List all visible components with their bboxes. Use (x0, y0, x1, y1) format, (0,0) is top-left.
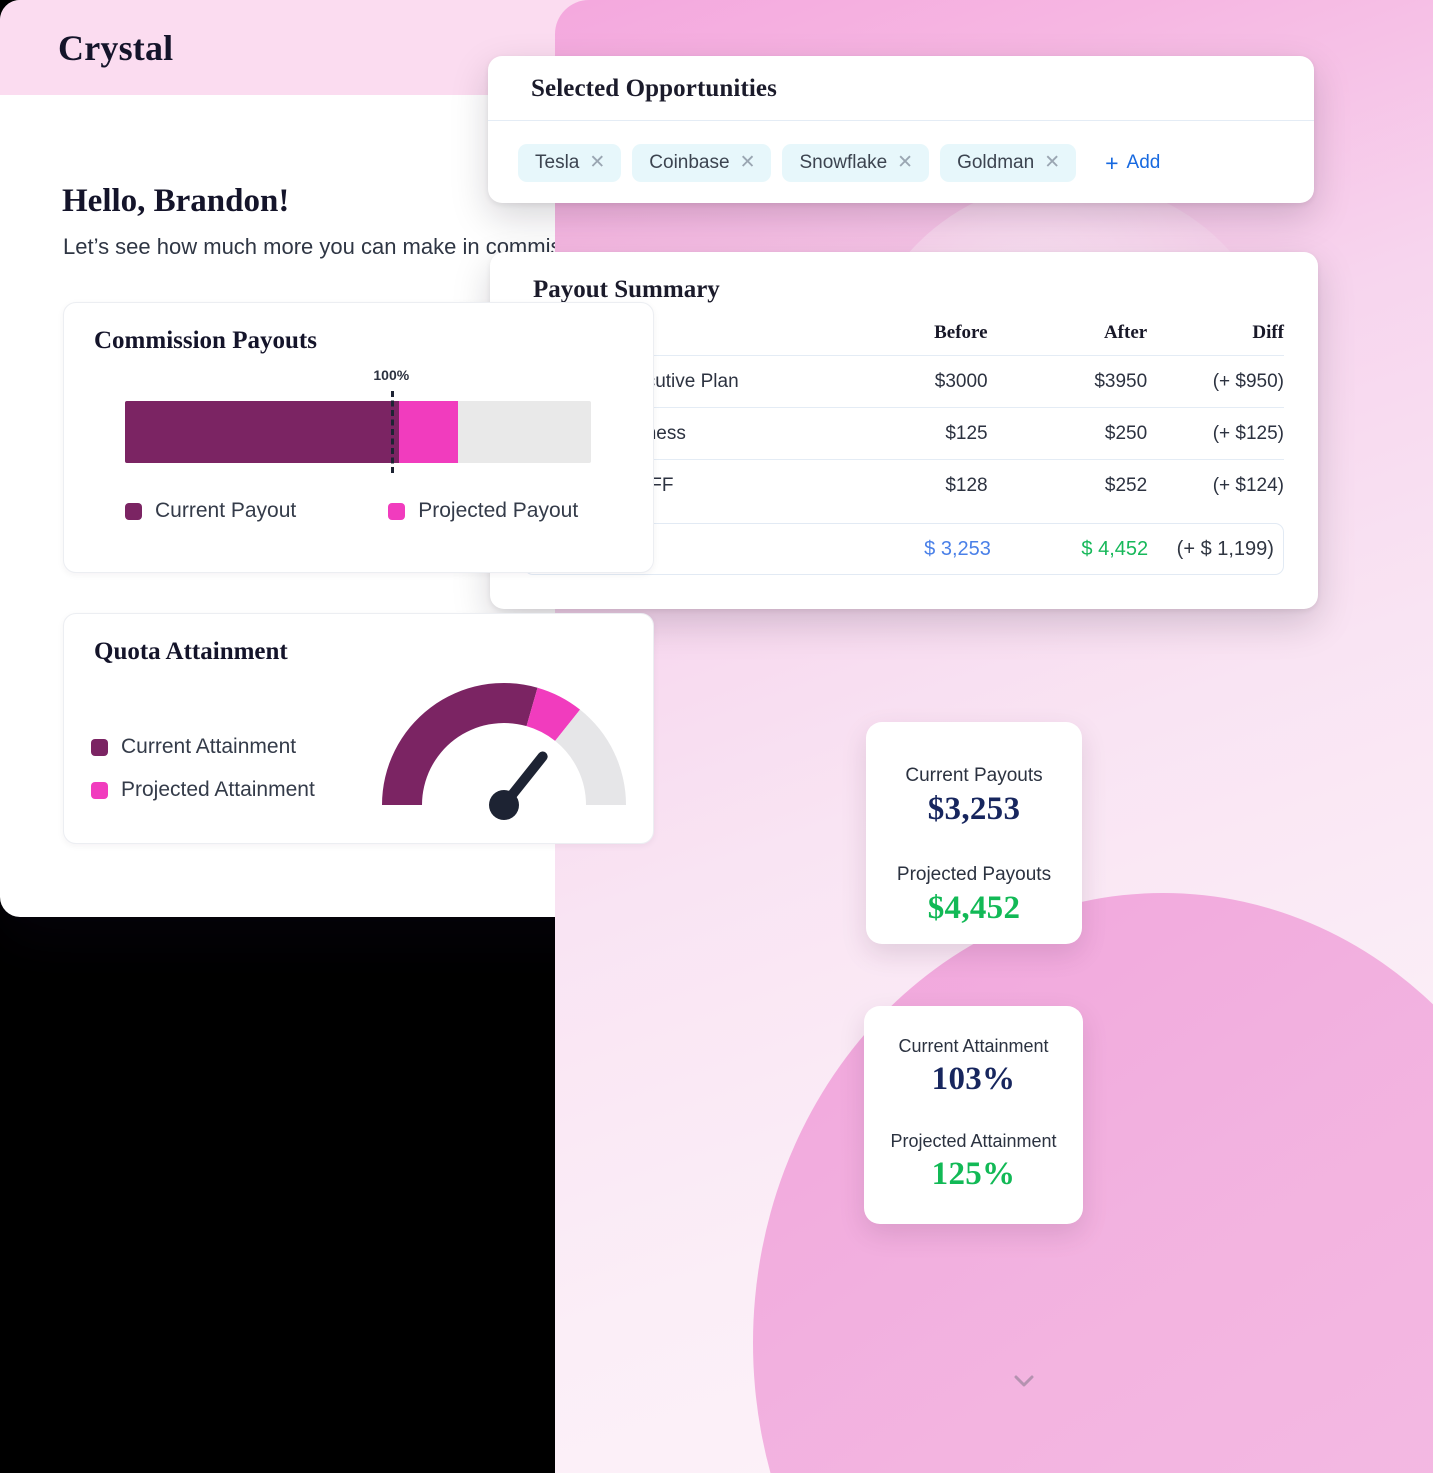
gauge-svg (382, 683, 626, 820)
quota-threshold-label: 100% (373, 367, 410, 383)
chip-label: Coinbase (649, 152, 730, 173)
legend-item-current-attainment: Current Attainment (91, 735, 315, 759)
after-cell: $252 (1104, 475, 1148, 496)
current-attainment-stat: Current Attainment 103% (864, 1006, 1083, 1098)
legend-label: Current Payout (155, 499, 297, 522)
quota-attainment-panel: Quota Attainment Current Attainment Proj… (63, 613, 654, 844)
legend-swatch (91, 738, 108, 756)
background-accent-blob (753, 893, 1433, 1473)
commission-payouts-title: Commission Payouts (94, 327, 317, 354)
legend-swatch (388, 502, 406, 520)
legend-item-current-payout: Current Payout (125, 499, 296, 523)
projected-attainment-stat: Projected Attainment 125% (864, 1098, 1083, 1193)
commission-payouts-chart: 100% (125, 367, 591, 473)
stat-label: Projected Payouts (896, 864, 1052, 885)
commission-payouts-panel: Commission Payouts 100% Current Payout P… (63, 302, 654, 573)
total-diff: (+ $ 1,199) (1176, 537, 1274, 560)
close-icon[interactable]: ✕ (589, 153, 605, 172)
bar-segment-projected-payout (399, 401, 458, 463)
gauge-needle-hub (489, 790, 519, 820)
after-cell: $3950 (987, 355, 1148, 408)
selected-opportunities-title: Selected Opportunities (531, 75, 777, 102)
opportunity-chip[interactable]: Snowflake ✕ (782, 144, 930, 182)
screenshot-root: Selected Opportunities Tesla ✕ Coinbase … (0, 0, 1433, 1473)
after-cell: $250 (987, 407, 1148, 460)
stat-value: $4,452 (927, 890, 1021, 926)
chevron-down-icon[interactable] (1009, 1370, 1039, 1392)
legend-swatch (91, 781, 108, 799)
quota-attainment-title: Quota Attainment (94, 638, 288, 665)
quota-threshold-line (391, 391, 395, 473)
plus-icon: + (1105, 149, 1119, 176)
add-label: Add (1126, 152, 1161, 173)
opportunity-chip[interactable]: Tesla ✕ (518, 144, 622, 182)
opportunity-chip[interactable]: Goldman ✕ (940, 144, 1077, 182)
stat-value: 125% (931, 1156, 1016, 1192)
diff-cell: (+ $124) (1212, 475, 1284, 496)
before-cell: $3000 (828, 355, 988, 408)
stat-label: Current Payouts (905, 765, 1043, 786)
payout-summary-title: Payout Summary (533, 276, 720, 303)
current-payouts-stat: Current Payouts $3,253 (866, 722, 1082, 828)
gauge-chart (374, 662, 634, 822)
attainment-stat-card: Current Attainment 103% Projected Attain… (864, 1006, 1083, 1224)
total-before: $ 3,253 (924, 537, 991, 560)
chip-label: Goldman (957, 152, 1035, 173)
quota-attainment-legend: Current Attainment Projected Attainment (64, 701, 315, 821)
close-icon[interactable]: ✕ (897, 153, 913, 172)
payouts-stat-card: Current Payouts $3,253 Projected Payouts… (866, 722, 1082, 944)
close-icon[interactable]: ✕ (740, 153, 756, 172)
opportunity-chip-row: Tesla ✕ Coinbase ✕ Snowflake ✕ Goldman ✕… (488, 121, 1314, 182)
legend-label: Projected Payout (418, 499, 579, 522)
quota-attainment-chart: Current Attainment Projected Attainment (64, 666, 653, 856)
close-icon[interactable]: ✕ (1044, 153, 1060, 172)
legend-item-projected-attainment: Projected Attainment (91, 778, 315, 802)
stat-label: Projected Attainment (890, 1131, 1057, 1151)
stat-value: 103% (931, 1061, 1016, 1097)
chip-label: Snowflake (799, 152, 888, 173)
legend-label: Projected Attainment (121, 778, 315, 801)
column-header-before: Before (828, 322, 988, 356)
column-header-diff: Diff (1147, 322, 1284, 356)
legend-item-projected-payout: Projected Payout (388, 499, 578, 523)
commission-payouts-legend: Current Payout Projected Payout (125, 499, 653, 523)
crystal-logo: Crystal (58, 27, 174, 68)
projected-payouts-stat: Projected Payouts $4,452 (866, 828, 1082, 927)
add-opportunity-button[interactable]: + Add (1105, 149, 1161, 176)
diff-cell: (+ $125) (1147, 407, 1284, 460)
total-after: $ 4,452 (1081, 537, 1149, 560)
before-cell: $128 (945, 475, 988, 496)
opportunity-chip[interactable]: Coinbase ✕ (632, 144, 772, 182)
stat-value: $3,253 (927, 791, 1021, 827)
chip-label: Tesla (535, 152, 580, 173)
before-cell: $125 (828, 407, 988, 460)
column-header-after: After (987, 322, 1148, 356)
legend-label: Current Attainment (121, 735, 297, 758)
legend-swatch (125, 502, 142, 520)
bar-segment-current-payout (125, 401, 400, 463)
selected-opportunities-card: Selected Opportunities Tesla ✕ Coinbase … (488, 56, 1314, 203)
diff-cell: (+ $950) (1147, 355, 1284, 408)
stat-label: Current Attainment (898, 1036, 1049, 1056)
bar-track (125, 401, 591, 463)
